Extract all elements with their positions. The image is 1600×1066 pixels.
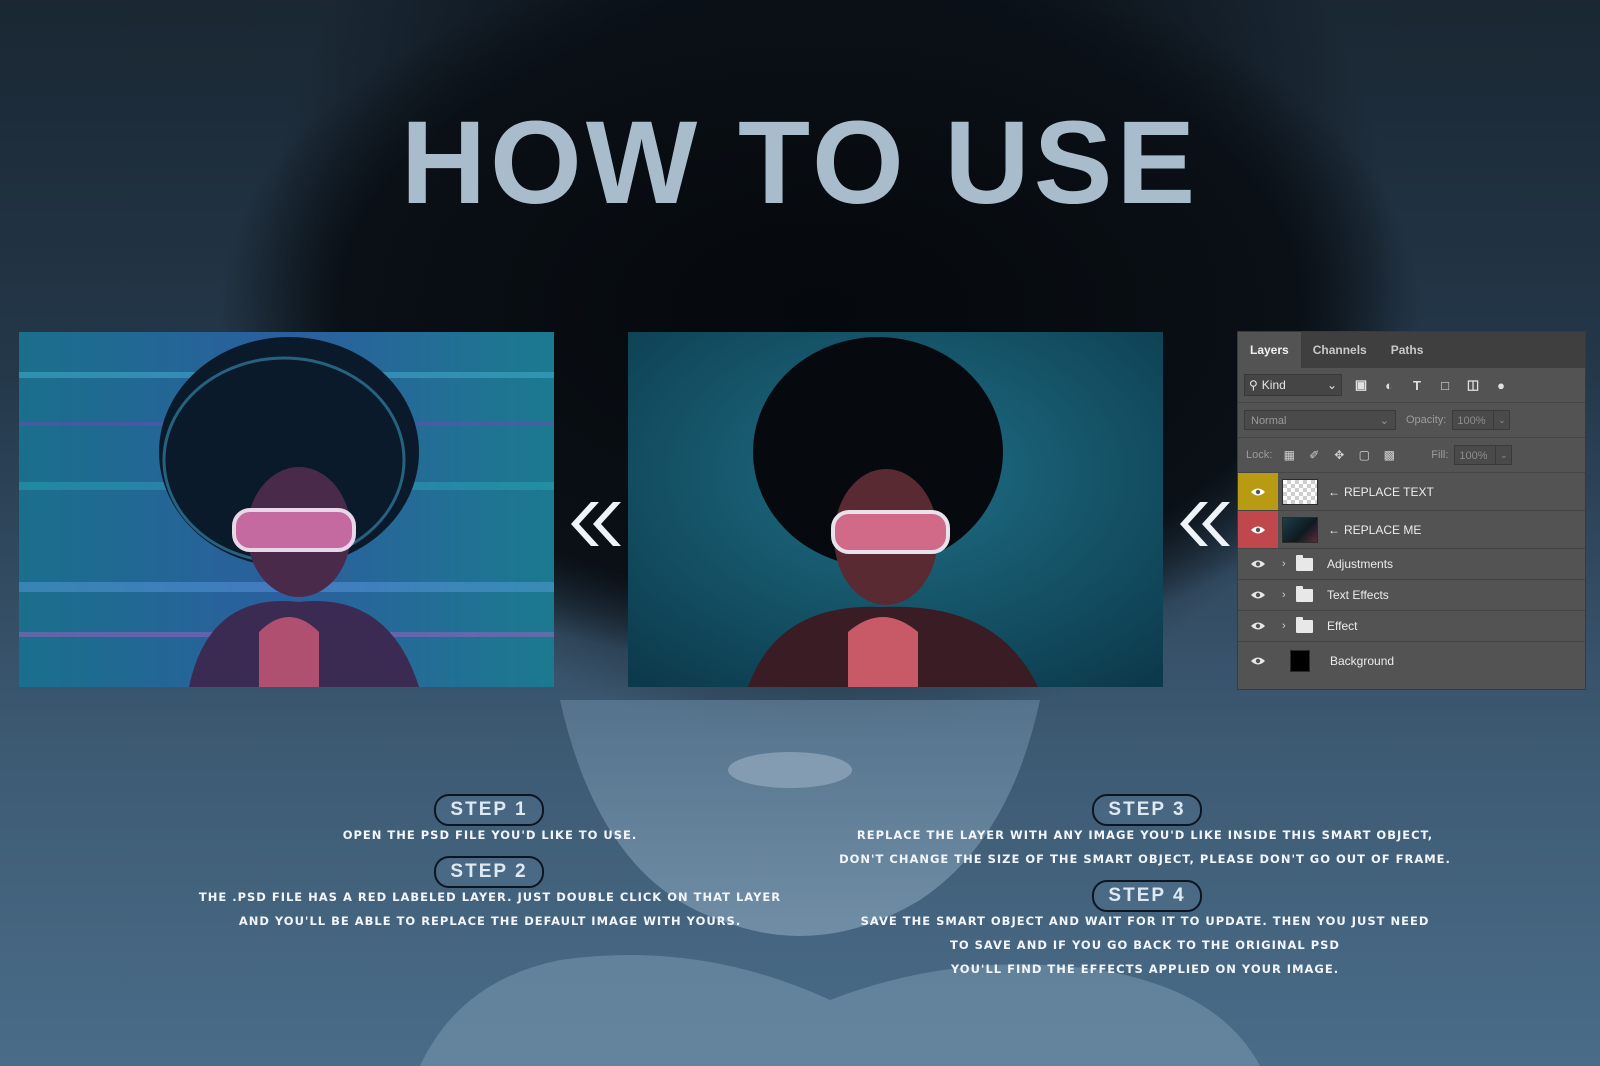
lock-all-icon[interactable]: ▩ <box>1381 447 1397 463</box>
smart-object-filter-icon[interactable]: ◫ <box>1464 376 1482 394</box>
tab-channels[interactable]: Channels <box>1301 332 1379 368</box>
layer-name: Adjustments <box>1327 557 1394 571</box>
arrow-left-icon: ← <box>1328 484 1340 499</box>
step-1-badge: STEP 1 <box>434 794 544 826</box>
background-thumbnail <box>1290 649 1310 672</box>
double-chevron-left-icon <box>571 502 621 546</box>
opacity-label: Opacity: <box>1406 414 1447 426</box>
step-2-line: AND YOU'LL BE ABLE TO REPLACE THE DEFAUL… <box>238 914 742 928</box>
step-4-line: SAVE THE SMART OBJECT AND WAIT FOR IT TO… <box>860 914 1430 928</box>
lock-label: Lock: <box>1246 449 1273 461</box>
step-2-text: THE .PSD FILE HAS A RED LABELED LAYER. J… <box>190 885 790 933</box>
step-4-badge: STEP 4 <box>1092 880 1202 912</box>
step-1-line: OPEN THE PSD FILE YOU'D LIKE TO USE. <box>342 828 638 842</box>
layer-row-replace-me[interactable]: ← REPLACE ME <box>1238 511 1585 549</box>
layer-group-text-effects[interactable]: › Text Effects <box>1238 580 1585 611</box>
image-filter-icon[interactable]: ▣ <box>1352 376 1370 394</box>
step-3-line: DON'T CHANGE THE SIZE OF THE SMART OBJEC… <box>839 852 1451 866</box>
folder-icon <box>1296 554 1313 571</box>
original-image <box>628 332 1163 687</box>
eye-icon[interactable] <box>1238 611 1278 641</box>
page-title: HOW TO USE <box>400 97 1200 229</box>
step-2-line: THE .PSD FILE HAS A RED LABELED LAYER. J… <box>198 890 782 904</box>
lock-transparency-icon[interactable]: ▦ <box>1281 447 1297 463</box>
layer-row-replace-text[interactable]: ← REPLACE TEXT <box>1238 473 1585 511</box>
layer-group-adjustments[interactable]: › Adjustments <box>1238 549 1585 580</box>
layer-row-background[interactable]: Background <box>1238 642 1585 679</box>
step-4-line: YOU'LL FIND THE EFFECTS APPLIED ON YOUR … <box>950 962 1340 976</box>
folder-icon <box>1296 616 1313 633</box>
lock-artboard-icon[interactable]: ▢ <box>1356 447 1372 463</box>
layer-name: Background <box>1330 653 1395 668</box>
shape-filter-icon[interactable]: □ <box>1436 376 1454 394</box>
expand-chevron-icon[interactable]: › <box>1282 558 1292 570</box>
filter-row: ⚲ Kind ⌄ ▣ ◐ T □ ◫ ● <box>1238 368 1585 403</box>
tab-layers[interactable]: Layers <box>1238 332 1301 368</box>
result-preview-image <box>19 332 554 687</box>
smart-object-thumbnail <box>1282 516 1318 543</box>
eye-icon[interactable] <box>1238 580 1278 610</box>
opacity-dropdown-icon[interactable]: ⌄ <box>1494 410 1511 430</box>
search-icon: ⚲ <box>1249 378 1258 392</box>
step-3-badge: STEP 3 <box>1092 794 1202 826</box>
fill-dropdown-icon[interactable]: ⌄ <box>1496 445 1513 465</box>
double-chevron-left-icon <box>1180 502 1230 546</box>
folder-icon <box>1296 585 1313 602</box>
blend-row: Normal ⌄ Opacity: 100% ⌄ <box>1238 403 1585 438</box>
lock-brush-icon[interactable]: ✐ <box>1306 447 1322 463</box>
step-3-text: REPLACE THE LAYER WITH ANY IMAGE YOU'D L… <box>815 823 1475 871</box>
eye-icon[interactable] <box>1238 473 1278 510</box>
opacity-input[interactable]: 100% <box>1452 410 1495 430</box>
lock-position-icon[interactable]: ✥ <box>1331 447 1347 463</box>
eye-icon[interactable] <box>1238 549 1278 579</box>
smart-object-thumbnail <box>1282 478 1318 505</box>
chevron-down-icon: ⌄ <box>1379 415 1389 427</box>
chevron-down-icon: ⌄ <box>1326 378 1337 392</box>
layer-name: REPLACE TEXT <box>1344 484 1434 499</box>
panel-tabs: Layers Channels Paths <box>1238 332 1585 368</box>
fill-input[interactable]: 100% <box>1454 445 1497 465</box>
step-1-text: OPEN THE PSD FILE YOU'D LIKE TO USE. <box>190 823 790 847</box>
lock-row: Lock: ▦ ✐ ✥ ▢ ▩ Fill: 100% ⌄ <box>1238 438 1585 473</box>
layer-name: REPLACE ME <box>1344 522 1422 537</box>
kind-filter-label: Kind <box>1261 378 1286 392</box>
layers-panel: Layers Channels Paths ⚲ Kind ⌄ ▣ ◐ T □ ◫… <box>1237 331 1586 690</box>
expand-chevron-icon[interactable]: › <box>1282 589 1292 601</box>
layer-name: Text Effects <box>1327 588 1389 602</box>
step-4-text: SAVE THE SMART OBJECT AND WAIT FOR IT TO… <box>815 909 1475 981</box>
fill-label: Fill: <box>1431 449 1449 461</box>
blend-mode-value: Normal <box>1251 415 1287 427</box>
step-4-line: TO SAVE AND IF YOU GO BACK TO THE ORIGIN… <box>950 938 1340 952</box>
eye-icon[interactable] <box>1238 642 1278 679</box>
adjustment-filter-icon[interactable]: ◐ <box>1380 376 1398 394</box>
step-3-line: REPLACE THE LAYER WITH ANY IMAGE YOU'D L… <box>856 828 1434 842</box>
kind-filter-select[interactable]: ⚲ Kind ⌄ <box>1244 374 1342 396</box>
filter-toggle-icon[interactable]: ● <box>1492 376 1510 394</box>
eye-icon[interactable] <box>1238 511 1278 548</box>
expand-chevron-icon[interactable]: › <box>1282 620 1292 632</box>
tab-paths[interactable]: Paths <box>1379 332 1436 368</box>
type-filter-icon[interactable]: T <box>1408 376 1426 394</box>
layer-name: Effect <box>1327 619 1358 633</box>
step-2-badge: STEP 2 <box>434 856 544 888</box>
layer-group-effect[interactable]: › Effect <box>1238 611 1585 642</box>
blend-mode-select[interactable]: Normal ⌄ <box>1244 410 1396 430</box>
arrow-left-icon: ← <box>1328 522 1340 537</box>
